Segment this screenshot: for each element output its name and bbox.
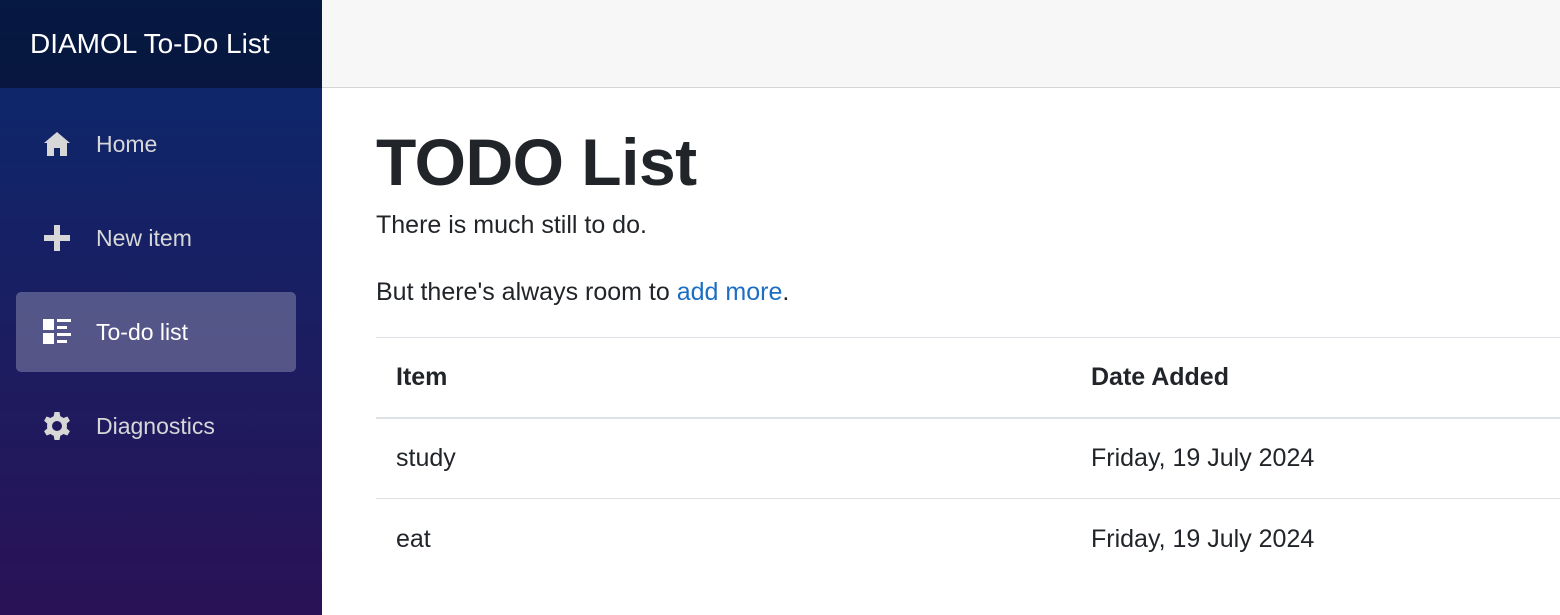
table-row: eat Friday, 19 July 2024 [376, 499, 1560, 580]
todo-table: Item Date Added study Friday, 19 July 20… [376, 337, 1560, 580]
sidebar-nav: Home New item To-do list Diagnostics [0, 88, 322, 466]
sidebar-item-label: Home [96, 130, 158, 157]
sidebar-item-home[interactable]: Home [16, 104, 296, 184]
sidebar-item-diagnostics[interactable]: Diagnostics [16, 386, 296, 466]
intro-text: There is much still to do. [376, 211, 647, 239]
add-more-link[interactable]: add more [677, 278, 783, 306]
home-icon [40, 127, 74, 161]
item-cell: study [396, 443, 456, 472]
column-header-item: Item [396, 362, 448, 391]
table-header-row: Item Date Added [376, 337, 1560, 418]
date-cell: Friday, 19 July 2024 [1091, 524, 1315, 553]
sidebar-item-label: Diagnostics [96, 412, 215, 439]
column-header-date-added: Date Added [1091, 362, 1229, 391]
item-cell: eat [396, 524, 431, 553]
sidebar-item-new-item[interactable]: New item [16, 198, 296, 278]
gear-icon [40, 409, 74, 443]
sidebar-item-label: To-do list [96, 318, 189, 345]
room-text: But there's always room to add more. [376, 275, 1560, 309]
sidebar: DIAMOL To-Do List Home New item To-do li… [0, 0, 322, 615]
main-content: TODO List There is much still to do. But… [376, 88, 1560, 580]
brand-bar: DIAMOL To-Do List [0, 0, 322, 88]
sidebar-item-to-do-list[interactable]: To-do list [16, 292, 296, 372]
room-text-prefix: But there's always room to [376, 278, 677, 306]
date-cell: Friday, 19 July 2024 [1091, 443, 1315, 472]
page-title: TODO List [376, 125, 697, 199]
room-text-suffix: . [782, 278, 790, 306]
sidebar-item-label: New item [96, 224, 192, 251]
brand-link[interactable]: DIAMOL To-Do List [30, 28, 270, 60]
app-window: DIAMOL To-Do List Home New item To-do li… [0, 0, 1560, 615]
top-bar [322, 0, 1560, 88]
table-row: study Friday, 19 July 2024 [376, 418, 1560, 499]
plus-icon [40, 221, 74, 255]
list-icon [40, 315, 74, 349]
